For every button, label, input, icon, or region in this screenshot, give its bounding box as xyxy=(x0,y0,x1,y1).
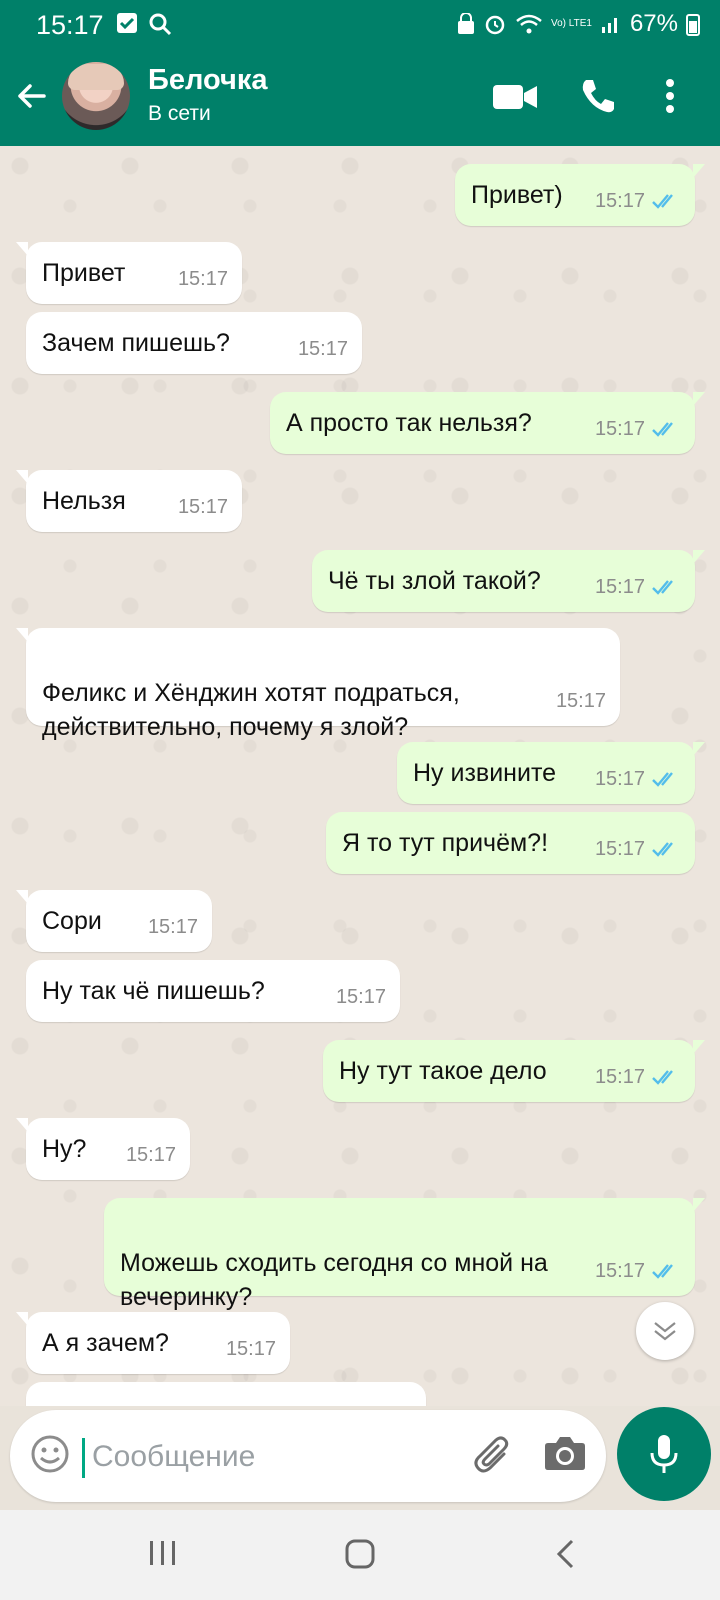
double-check-icon xyxy=(652,194,673,209)
home-icon[interactable] xyxy=(344,1538,376,1570)
message-incoming[interactable]: Привет 15:17 xyxy=(16,242,242,304)
message-input[interactable] xyxy=(90,1432,454,1482)
message-outgoing[interactable]: Чё ты злой такой? 15:17 xyxy=(312,550,705,612)
check-square-icon xyxy=(117,13,137,33)
message-meta: 15:17 xyxy=(595,762,681,796)
message-time: 15:17 xyxy=(225,1338,276,1360)
double-check-icon xyxy=(652,772,673,787)
message-text: Я то тут причём?! xyxy=(342,829,549,857)
message-time: 15:17 xyxy=(555,690,606,712)
message-text: Феликс и Хёнджин хотят подраться, действ… xyxy=(42,679,460,741)
message-text: Привет xyxy=(42,259,126,287)
message-incoming[interactable]: А я зачем? 15:17 xyxy=(16,1312,290,1374)
chat-header: Белочка В сети xyxy=(0,50,720,146)
message-text: Сори xyxy=(42,907,102,935)
message-incoming[interactable]: Зачем пишешь? 15:17 xyxy=(26,312,362,374)
battery-icon xyxy=(686,14,700,36)
chevron-double-down-icon xyxy=(654,1322,676,1341)
battery-percent: 67% xyxy=(629,10,678,37)
double-check-icon xyxy=(652,1070,673,1085)
message-time: 15:17 xyxy=(594,838,645,860)
message-meta: 15:17 xyxy=(595,1060,681,1094)
lock-icon xyxy=(458,13,474,34)
status-bar: 15:17 Vo) LTE1 67% xyxy=(0,0,720,50)
message-meta: 15:17 xyxy=(595,570,681,604)
message-outgoing[interactable]: Я то тут причём?! 15:17 xyxy=(326,812,695,874)
message-text: А я зачем? xyxy=(42,1329,169,1357)
message-incoming-partial[interactable] xyxy=(26,1382,426,1406)
contact-name[interactable]: Белочка xyxy=(148,64,267,97)
message-text: Чё ты злой такой? xyxy=(328,567,541,595)
message-meta: 15:17 xyxy=(595,412,681,446)
double-check-icon xyxy=(652,1264,673,1279)
message-text: Ну извините xyxy=(413,759,557,787)
message-incoming[interactable]: Ну? 15:17 xyxy=(16,1118,190,1180)
message-time: 15:17 xyxy=(594,1260,645,1282)
status-time: 15:17 xyxy=(36,10,104,40)
recent-apps-icon[interactable] xyxy=(148,1538,178,1568)
message-text: Можешь сходить сегодня со мной на вечери… xyxy=(120,1249,548,1311)
message-time: 15:17 xyxy=(147,916,198,938)
message-meta: 15:17 xyxy=(595,1254,681,1288)
search-icon xyxy=(149,13,172,36)
message-composer xyxy=(10,1410,606,1502)
message-time: 15:17 xyxy=(594,768,645,790)
microphone-icon xyxy=(650,1435,678,1473)
message-outgoing[interactable]: А просто так нельзя? 15:17 xyxy=(270,392,705,454)
message-text: Нельзя xyxy=(42,487,126,515)
message-time: 15:17 xyxy=(335,986,386,1008)
emoji-icon[interactable] xyxy=(30,1434,70,1474)
message-text: Ну так чё пишешь? xyxy=(42,977,265,1005)
message-text: Ну? xyxy=(42,1135,87,1163)
network-label: Vo) LTE1 xyxy=(551,18,592,29)
message-outgoing[interactable]: Ну тут такое дело 15:17 xyxy=(323,1040,705,1102)
scroll-to-bottom-button[interactable] xyxy=(636,1302,694,1360)
message-text: Привет) xyxy=(471,181,563,209)
nav-back-icon[interactable] xyxy=(554,1538,576,1570)
message-text: Ну тут такое дело xyxy=(339,1057,547,1085)
more-vert-icon[interactable] xyxy=(664,76,676,116)
message-meta: 15:17 xyxy=(595,832,681,866)
phone-icon[interactable] xyxy=(578,76,618,116)
back-arrow-icon[interactable] xyxy=(14,78,50,114)
message-meta: 15:17 xyxy=(595,184,681,218)
system-nav-bar xyxy=(0,1510,720,1600)
chat-messages[interactable]: Привет) 15:17 Привет 15:17 Зачем пишешь?… xyxy=(0,146,720,1406)
message-time: 15:17 xyxy=(594,190,645,212)
message-time: 15:17 xyxy=(594,576,645,598)
status-left-icons xyxy=(116,12,172,36)
status-right-icons: Vo) LTE1 67% xyxy=(457,10,700,38)
signal-icon xyxy=(601,18,617,33)
alarm-icon xyxy=(485,15,505,35)
video-call-icon[interactable] xyxy=(492,82,538,112)
message-time: 15:17 xyxy=(125,1144,176,1166)
message-time: 15:17 xyxy=(594,1066,645,1088)
double-check-icon xyxy=(652,422,673,437)
message-outgoing[interactable]: Можешь сходить сегодня со мной на вечери… xyxy=(104,1198,705,1311)
microphone-button[interactable] xyxy=(617,1407,711,1501)
contact-avatar[interactable] xyxy=(62,62,130,130)
message-time: 15:17 xyxy=(177,496,228,518)
message-time: 15:17 xyxy=(177,268,228,290)
camera-icon[interactable] xyxy=(544,1434,586,1472)
message-outgoing[interactable]: Ну извините 15:17 xyxy=(397,742,705,804)
message-text: А просто так нельзя? xyxy=(286,409,532,437)
message-incoming[interactable]: Нельзя 15:17 xyxy=(16,470,242,532)
message-incoming[interactable]: Ну так чё пишешь? 15:17 xyxy=(26,960,400,1022)
message-text: Зачем пишешь? xyxy=(42,329,230,357)
wifi-icon xyxy=(516,14,542,34)
message-outgoing[interactable]: Привет) 15:17 xyxy=(455,164,705,226)
message-time: 15:17 xyxy=(297,338,348,360)
message-time: 15:17 xyxy=(594,418,645,440)
paperclip-icon[interactable] xyxy=(470,1432,516,1478)
double-check-icon xyxy=(652,842,673,857)
message-incoming[interactable]: Сори 15:17 xyxy=(16,890,212,952)
double-check-icon xyxy=(652,580,673,595)
message-incoming[interactable]: Феликс и Хёнджин хотят подраться, действ… xyxy=(16,628,620,741)
contact-status: В сети xyxy=(148,102,211,125)
text-cursor xyxy=(82,1438,85,1478)
